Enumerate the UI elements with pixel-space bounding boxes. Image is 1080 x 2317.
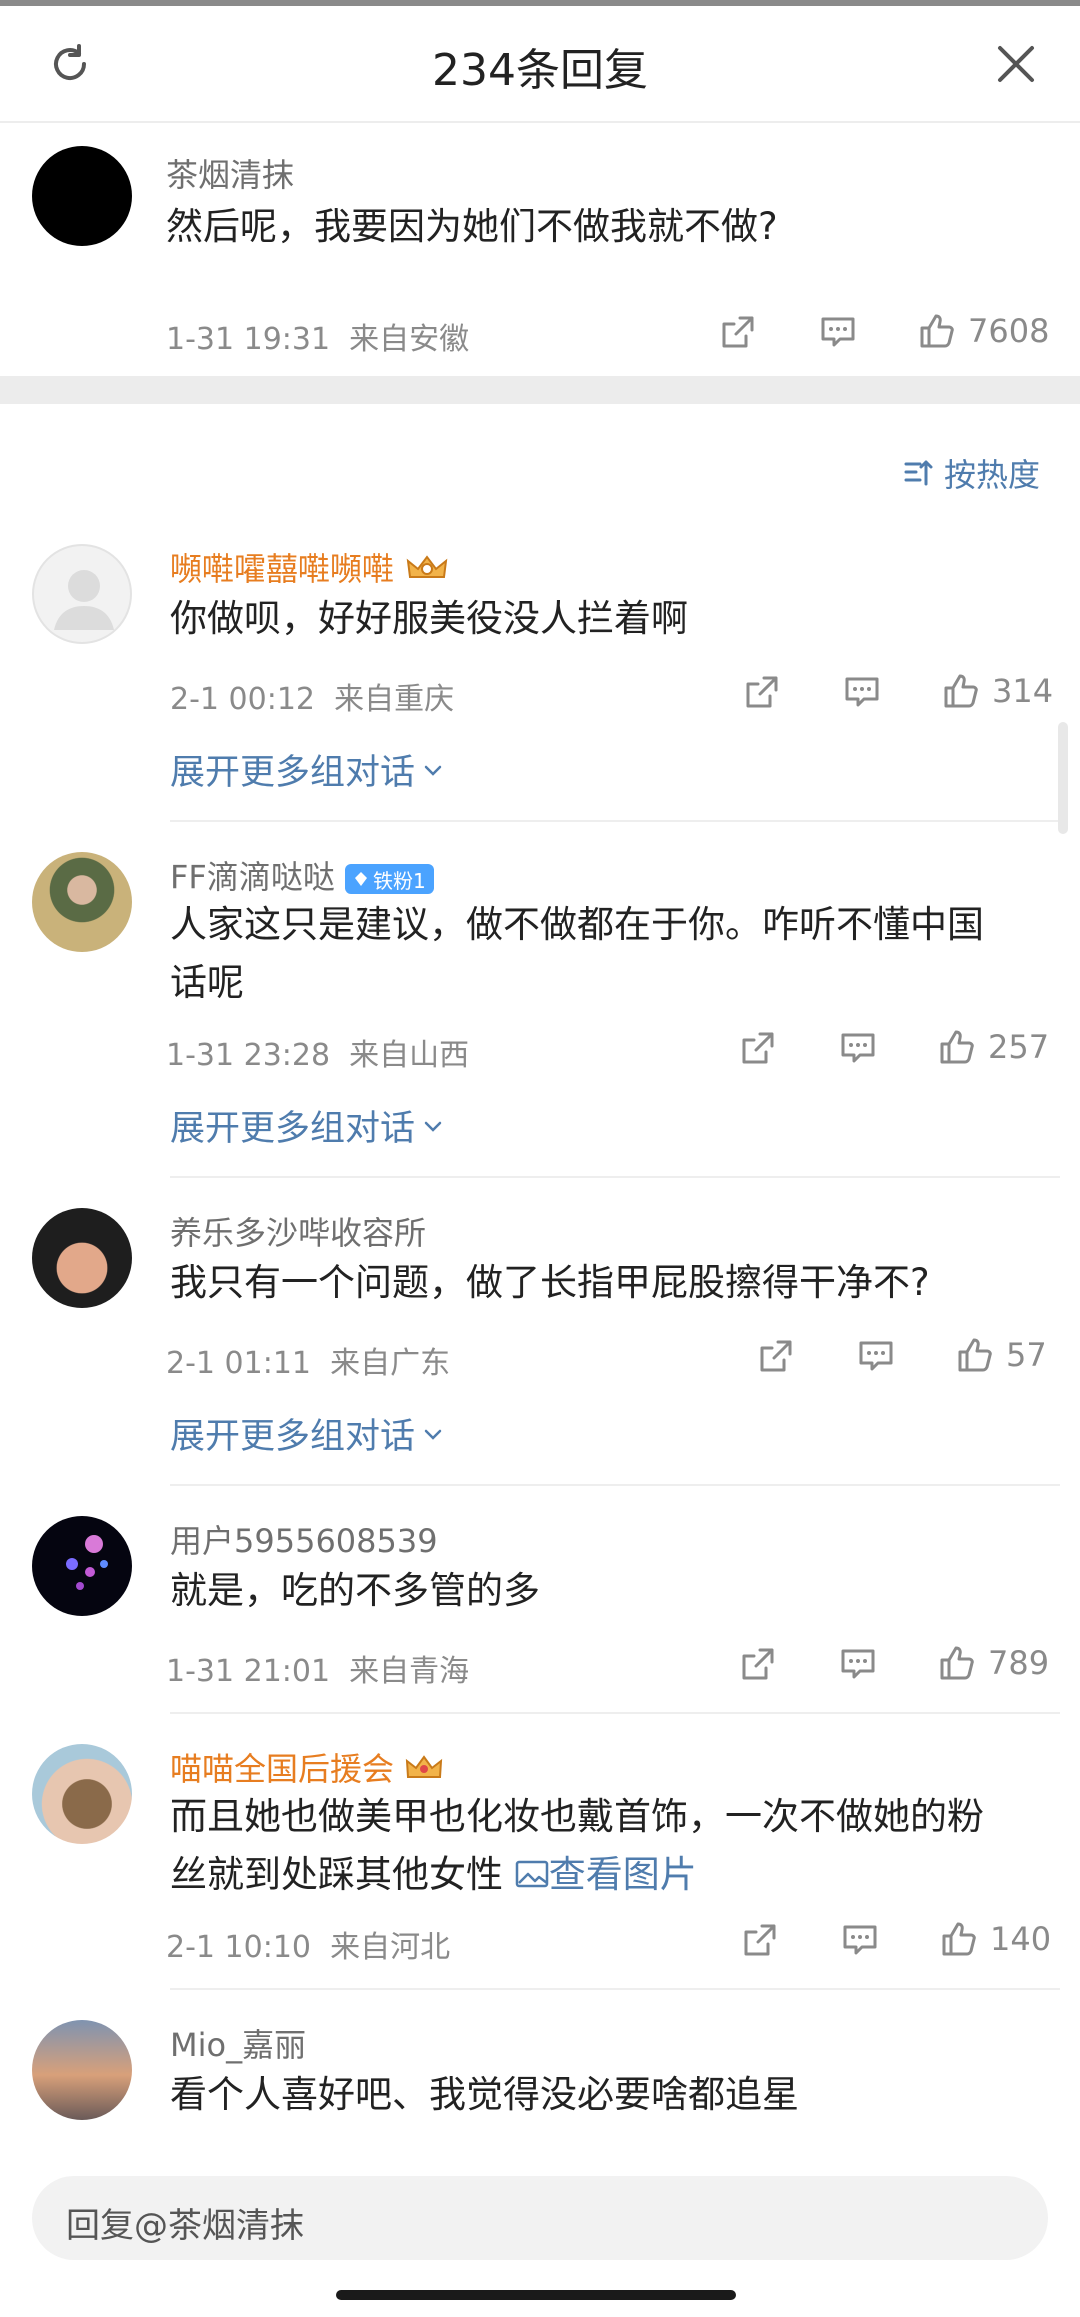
chevron-down-icon xyxy=(424,1121,442,1132)
comment-time: 1-31 19:31 xyxy=(166,322,331,357)
image-icon xyxy=(515,1860,549,1888)
comment-button[interactable] xyxy=(842,672,882,712)
expand-conversation-link[interactable]: 展开更多组对话 xyxy=(170,1100,445,1151)
comment-button[interactable] xyxy=(818,312,858,352)
share-icon xyxy=(744,1924,776,1956)
reply-divider xyxy=(170,1988,1060,1990)
vip-crown-icon xyxy=(404,551,450,591)
like-button[interactable]: 789 xyxy=(936,1642,1049,1684)
expand-conversation-link[interactable]: 展开更多组对话 xyxy=(170,1408,445,1459)
sort-label: 按热度 xyxy=(943,456,1040,494)
like-button[interactable]: 7608 xyxy=(916,310,1049,352)
share-button[interactable] xyxy=(742,672,782,712)
reply-input-placeholder: 回复@茶烟清抹 xyxy=(66,2206,304,2246)
comment-icon xyxy=(845,677,879,707)
share-button[interactable] xyxy=(738,1028,778,1068)
reply-divider xyxy=(170,1484,1060,1486)
comment-text: 然后呢，我要因为她们不做我就不做? xyxy=(166,205,778,248)
like-count: 7608 xyxy=(968,312,1050,350)
username[interactable]: 喵喵全国后援会 xyxy=(170,1744,444,1791)
vip-crown-icon xyxy=(404,1751,444,1791)
comment-button[interactable] xyxy=(838,1028,878,1068)
close-icon[interactable] xyxy=(988,36,1044,92)
like-button[interactable]: 57 xyxy=(954,1334,1047,1376)
reply-meta: 2-1 00:12 来自重庆 xyxy=(170,682,455,717)
thumbs-up-icon xyxy=(940,1646,974,1680)
avatar[interactable] xyxy=(32,544,132,644)
avatar[interactable] xyxy=(32,146,132,246)
reply-divider xyxy=(170,1712,1060,1714)
avatar[interactable] xyxy=(32,852,132,952)
reply-text: 你做呗，好好服美役没人拦着啊 xyxy=(170,597,688,640)
avatar[interactable] xyxy=(32,1208,132,1308)
reply-text: 而且她也做美甲也化妆也戴首饰，一次不做她的粉 丝就到处踩其他女性 查看图片 xyxy=(170,1795,984,1896)
scrollbar[interactable] xyxy=(1058,722,1068,834)
chevron-down-icon xyxy=(424,1429,442,1440)
comment-icon xyxy=(859,1341,893,1371)
reply-meta: 1-31 23:28 来自山西 xyxy=(166,1038,470,1073)
reply-meta: 2-1 10:10 来自河北 xyxy=(166,1930,451,1965)
reply-divider xyxy=(170,1176,1060,1178)
comment-icon xyxy=(841,1033,875,1063)
chevron-down-icon xyxy=(424,765,442,776)
comment-button[interactable] xyxy=(838,1644,878,1684)
username[interactable]: FF滴滴哒哒 铁粉1 xyxy=(170,852,434,898)
reply-text: 就是，吃的不多管的多 xyxy=(170,1569,540,1612)
username[interactable]: 养乐多沙哔收容所 xyxy=(170,1208,426,1254)
share-button[interactable] xyxy=(718,312,758,352)
username[interactable]: Mio_嘉丽 xyxy=(170,2020,306,2066)
comment-icon xyxy=(841,1649,875,1679)
reply-meta: 1-31 21:01 来自青海 xyxy=(166,1654,470,1689)
comment-button[interactable] xyxy=(840,1920,880,1960)
thumbs-up-icon xyxy=(958,1338,992,1372)
reply-text: 看个人喜好吧、我觉得没必要啥都追星 xyxy=(170,2073,799,2116)
diamond-icon xyxy=(355,872,367,886)
expand-conversation-link[interactable]: 展开更多组对话 xyxy=(170,744,445,795)
username[interactable]: 用户5955608539 xyxy=(170,1516,438,1562)
share-icon xyxy=(722,316,754,348)
like-button[interactable]: 140 xyxy=(938,1918,1051,1960)
reply-divider xyxy=(170,820,1060,822)
like-button[interactable]: 257 xyxy=(936,1026,1049,1068)
fan-badge: 铁粉1 xyxy=(345,864,434,894)
view-image-link[interactable]: 查看图片 xyxy=(515,1853,697,1896)
avatar[interactable] xyxy=(32,1516,132,1616)
sort-icon xyxy=(904,460,933,486)
share-button[interactable] xyxy=(756,1336,796,1376)
like-button[interactable]: 314 xyxy=(940,670,1053,712)
share-button[interactable] xyxy=(738,1644,778,1684)
avatar[interactable] xyxy=(32,1744,132,1844)
reply-text: 人家这只是建议，做不做都在于你。咋听不懂中国 话呢 xyxy=(170,903,984,1004)
section-separator xyxy=(0,376,1080,404)
share-icon xyxy=(742,1648,774,1680)
comment-location: 来自安徽 xyxy=(349,322,470,357)
share-icon xyxy=(760,1340,792,1372)
page-title: 234条回复 xyxy=(432,45,648,96)
comment-icon xyxy=(843,1925,877,1955)
header-divider xyxy=(0,121,1080,123)
username[interactable]: 嚬嚡嚯囍嚡嚬嚡 xyxy=(170,544,450,591)
avatar[interactable] xyxy=(32,2020,132,2120)
home-indicator xyxy=(336,2290,736,2300)
comment-meta: 1-31 19:31 来自安徽 xyxy=(166,314,469,358)
reply-text: 我只有一个问题，做了长指甲屁股擦得干净不? xyxy=(170,1261,930,1304)
thumbs-up-icon xyxy=(940,1030,974,1064)
thumbs-up-icon xyxy=(920,314,954,348)
thumbs-up-icon xyxy=(944,674,978,708)
comment-button[interactable] xyxy=(856,1336,896,1376)
comment-icon xyxy=(821,317,855,347)
username[interactable]: 茶烟清抹 xyxy=(166,150,294,196)
reply-meta: 2-1 01:11 来自广东 xyxy=(166,1346,451,1381)
share-icon xyxy=(746,676,778,708)
share-icon xyxy=(742,1032,774,1064)
share-button[interactable] xyxy=(740,1920,780,1960)
thumbs-up-icon xyxy=(942,1922,976,1956)
sort-by-hot-button[interactable]: 按热度 xyxy=(902,450,1040,496)
